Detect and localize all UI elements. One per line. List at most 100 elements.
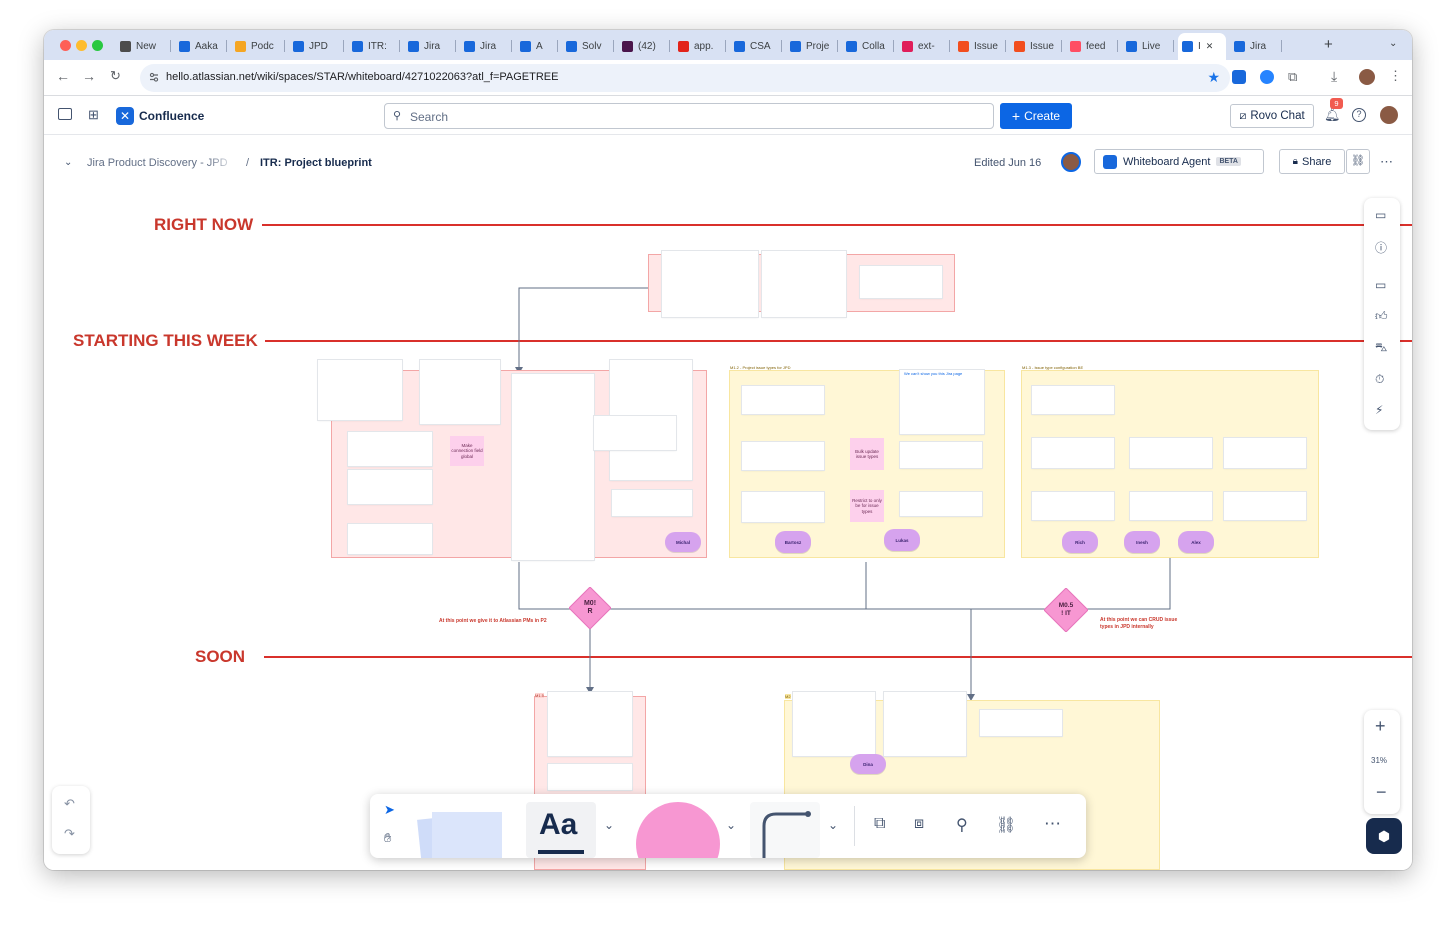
issue-card[interactable] xyxy=(348,524,432,554)
issue-card[interactable] xyxy=(1032,386,1114,414)
assignee-avatar[interactable]: Inesh xyxy=(1124,531,1160,553)
new-tab-icon[interactable]: + xyxy=(1324,36,1333,53)
timer-icon[interactable]: ⏱︎ xyxy=(1375,372,1384,387)
assignee-avatar[interactable]: Michal xyxy=(665,532,701,552)
browser-tab[interactable]: ext- xyxy=(898,34,950,58)
zoom-in-icon[interactable]: + xyxy=(1375,716,1386,737)
zoom-level[interactable]: 31% xyxy=(1371,756,1387,765)
search-input[interactable]: ⚲ Search xyxy=(384,103,994,129)
issue-card[interactable] xyxy=(348,432,432,466)
browser-tab[interactable]: A xyxy=(516,34,558,58)
browser-tab[interactable]: Aaka xyxy=(175,34,227,58)
minimize-window-icon[interactable] xyxy=(76,40,87,51)
sidebar-toggle-icon[interactable] xyxy=(58,108,72,120)
reload-icon[interactable]: ↻ xyxy=(110,68,121,84)
issue-card[interactable] xyxy=(1224,492,1306,520)
issue-card[interactable] xyxy=(548,692,632,756)
info-icon[interactable]: ⓘ xyxy=(1375,239,1387,256)
notifications-bell-icon[interactable]: 🔔︎ xyxy=(1324,107,1341,123)
issue-card[interactable] xyxy=(348,470,432,504)
issue-card[interactable] xyxy=(980,710,1062,736)
browser-tab[interactable]: Solv xyxy=(562,34,614,58)
browser-tab[interactable]: ITR: xyxy=(348,34,400,58)
sticky-note[interactable]: Make connection field global xyxy=(450,436,484,466)
undo-icon[interactable]: ↶ xyxy=(64,796,75,812)
rovo-chat-button[interactable]: ⧄ Rovo Chat xyxy=(1230,104,1314,128)
issue-card[interactable] xyxy=(1032,492,1114,520)
text-tool[interactable]: Aa xyxy=(526,802,596,858)
back-icon[interactable]: ← xyxy=(56,68,70,84)
issue-card[interactable] xyxy=(900,442,982,468)
browser-tab[interactable]: Jira xyxy=(404,34,456,58)
chevron-down-icon[interactable]: ⌄ xyxy=(726,818,736,832)
browser-tab[interactable]: Podc xyxy=(231,34,285,58)
issue-card[interactable] xyxy=(884,692,966,756)
browser-tab[interactable]: CSA xyxy=(730,34,782,58)
comments-icon[interactable]: ▭ xyxy=(1375,208,1386,222)
ai-assistant-icon[interactable]: ⬢ xyxy=(1366,818,1402,854)
issue-card[interactable] xyxy=(420,360,500,424)
issue-card[interactable] xyxy=(900,370,984,434)
profile-avatar[interactable] xyxy=(1359,69,1375,85)
annotation-note[interactable]: At this point we give it to Atlassian PM… xyxy=(439,618,554,625)
issue-card[interactable] xyxy=(1032,438,1114,468)
browser-tab[interactable]: Jira xyxy=(460,34,512,58)
close-tab-icon[interactable]: ✕ xyxy=(1206,41,1214,52)
create-button[interactable]: + Create xyxy=(1000,103,1072,129)
assignee-avatar[interactable]: Lukas xyxy=(884,529,920,551)
issue-card[interactable] xyxy=(793,692,875,756)
video-icon[interactable]: ▭ xyxy=(1375,278,1386,292)
browser-tab[interactable]: Issue xyxy=(1010,34,1062,58)
issue-card[interactable] xyxy=(1130,438,1212,468)
browser-tab[interactable]: Colla xyxy=(842,34,894,58)
redo-icon[interactable]: ↷ xyxy=(64,826,75,842)
stamp-icon[interactable]: ⚲ xyxy=(956,815,968,835)
connector-tool[interactable] xyxy=(750,802,820,858)
tab-search-chevron-icon[interactable]: ⌄ xyxy=(1389,38,1397,49)
assignee-avatar[interactable]: Rich xyxy=(1062,531,1098,553)
select-cursor-icon[interactable]: ➤ xyxy=(384,802,395,818)
issue-card[interactable] xyxy=(860,266,942,298)
hand-pan-icon[interactable]: ✋︎ xyxy=(384,830,391,846)
assignee-avatar[interactable]: Dina xyxy=(850,754,886,774)
jira-import-icon[interactable]: ⧈ xyxy=(914,815,924,833)
help-icon[interactable]: ? xyxy=(1352,108,1366,122)
extension-icon[interactable] xyxy=(1232,70,1246,84)
omnibox[interactable]: hello.atlassian.net/wiki/spaces/STAR/whi… xyxy=(140,64,1230,92)
issue-card[interactable] xyxy=(318,360,402,420)
chevron-down-icon[interactable]: ⌄ xyxy=(828,818,838,832)
product-name[interactable]: Confluence xyxy=(139,109,204,123)
assignee-avatar[interactable]: Alex xyxy=(1178,531,1214,553)
templates-icon[interactable]: ⛍ xyxy=(1375,340,1387,356)
assignee-avatar[interactable]: Bartosz xyxy=(775,531,811,553)
issue-card[interactable] xyxy=(1130,492,1212,520)
sticky-note[interactable]: Bulk update issue types xyxy=(850,438,884,470)
forward-icon[interactable]: → xyxy=(82,68,96,84)
issue-card[interactable] xyxy=(512,374,594,560)
user-avatar[interactable] xyxy=(1380,106,1398,124)
issue-card[interactable] xyxy=(742,386,824,414)
browser-tab[interactable]: Jira xyxy=(1230,34,1282,58)
extension-icon[interactable] xyxy=(1260,70,1274,84)
chevron-down-icon[interactable]: ⌄ xyxy=(604,818,614,832)
shape-tool[interactable] xyxy=(636,802,720,858)
zoom-window-icon[interactable] xyxy=(92,40,103,51)
issue-card[interactable] xyxy=(548,764,632,790)
link-icon[interactable]: ⛓ xyxy=(996,815,1016,835)
browser-tab[interactable]: New xyxy=(116,34,171,58)
issue-card[interactable] xyxy=(742,492,824,522)
app-switcher-icon[interactable]: ⊞ xyxy=(88,107,99,123)
browser-menu-icon[interactable]: ⋮ xyxy=(1389,68,1402,84)
annotation-note[interactable]: At this point we can CRUD issue types in… xyxy=(1100,617,1188,631)
bookmark-star-icon[interactable]: ★ xyxy=(1207,69,1220,86)
magic-wand-icon[interactable]: ⚡︎ xyxy=(1375,403,1383,417)
browser-tab[interactable]: JPD xyxy=(289,34,344,58)
issue-card[interactable] xyxy=(662,251,758,317)
close-window-icon[interactable] xyxy=(60,40,71,51)
section-frame-icon[interactable]: ⧉ xyxy=(874,815,885,833)
zoom-out-icon[interactable]: − xyxy=(1376,782,1387,803)
browser-tab[interactable]: feed xyxy=(1066,34,1118,58)
issue-card[interactable] xyxy=(762,251,846,317)
more-tools-icon[interactable]: ⋯ xyxy=(1044,814,1061,834)
like-icon[interactable]: 👍︎ xyxy=(1375,309,1388,324)
